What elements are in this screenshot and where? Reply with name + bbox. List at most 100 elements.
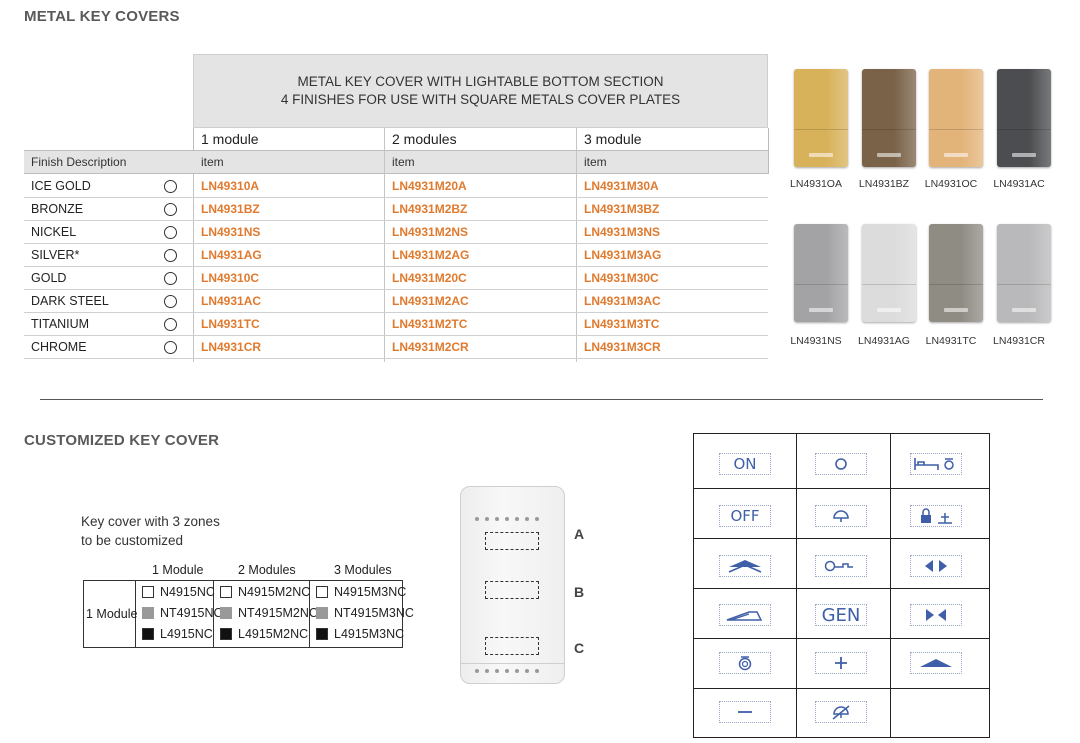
item-code: LN4931M3AG	[584, 248, 662, 262]
metal-subheader-row: Finish Description item item item	[24, 150, 768, 174]
item-code: LN49310C	[201, 271, 260, 285]
item-code: LN4931M3NS	[584, 225, 661, 239]
arrows-out-symbol	[910, 555, 962, 577]
zone-label-a: A	[574, 526, 585, 542]
finish-name: BRONZE	[31, 202, 84, 216]
swatch-label: LN4931CR	[993, 335, 1045, 347]
swatch-label: LN4931TC	[925, 335, 977, 347]
circle-icon	[164, 180, 177, 193]
black-square-icon	[220, 628, 232, 640]
finish-name: NICKEL	[31, 225, 77, 239]
arrows-out-icon	[925, 560, 947, 572]
finish-description-label: Finish Description	[31, 155, 127, 169]
zone-c	[485, 637, 539, 655]
item-code: LN4931NS	[201, 225, 261, 239]
item-code: LN4931M3BZ	[584, 202, 660, 216]
swatch-gold	[929, 69, 983, 167]
table-row: BRONZE LN4931BZ LN4931M2BZ LN4931M3BZ	[24, 198, 768, 221]
circle-icon	[164, 295, 177, 308]
white-square-icon	[220, 586, 232, 598]
circle-icon	[164, 341, 177, 354]
swatch-nickel	[794, 224, 848, 322]
black-square-icon	[316, 628, 328, 640]
indicator-dots	[475, 517, 539, 521]
swatch-bronze	[862, 69, 916, 167]
item-label-3: item	[584, 155, 607, 169]
off-symbol: OFF	[719, 505, 771, 527]
grey-square-icon	[220, 607, 232, 619]
finish-name: TITANIUM	[31, 317, 90, 331]
lock-icon	[921, 508, 952, 524]
circle-icon	[835, 458, 847, 470]
no-lamp-symbol	[815, 701, 867, 723]
chevron-up-icon	[920, 659, 952, 667]
swatch-titanium	[929, 224, 983, 322]
circle-symbol	[815, 453, 867, 475]
divider	[693, 588, 990, 589]
finish-name: SILVER*	[31, 248, 80, 262]
plus-symbol	[815, 652, 867, 674]
module-2-header: 2 modules	[392, 131, 457, 147]
no-lamp-icon	[832, 705, 850, 720]
finish-name: ICE GOLD	[31, 179, 91, 193]
section-divider	[40, 399, 1043, 400]
on-symbol: ON	[719, 453, 771, 475]
circle-icon	[164, 203, 177, 216]
item-code: LN4931AG	[201, 248, 262, 262]
item-code: LN4931M30A	[584, 179, 659, 193]
divider	[693, 638, 990, 639]
item-code: LN4931M2CR	[392, 340, 469, 354]
table-row: GOLD LN49310C LN4931M20C LN4931M30C	[24, 267, 768, 290]
item-code: LN4931M3AC	[584, 294, 661, 308]
finish-name: DARK STEEL	[31, 294, 109, 308]
stairs-light-symbol	[719, 604, 771, 626]
black-square-icon	[142, 628, 154, 640]
bed-lamp-icon	[914, 458, 954, 470]
item-label-1: item	[201, 155, 224, 169]
minus-symbol	[719, 701, 771, 723]
arrows-in-symbol	[910, 604, 962, 626]
kc-col-header: 1 Module	[152, 563, 204, 577]
swatch-label: LN4931AC	[993, 178, 1045, 190]
item-code: LN4931M30C	[584, 271, 659, 285]
item-code: LN4931M2AG	[392, 248, 470, 262]
kc-code: L4915NC	[160, 627, 213, 641]
module-1-header: 1 module	[201, 131, 259, 147]
plus-icon	[835, 657, 847, 669]
bell-symbol	[719, 652, 771, 674]
key-cover-description: Key cover with 3 zones to be customized	[81, 512, 220, 550]
kc-code: L4915M3NC	[334, 627, 405, 641]
minus-icon	[738, 711, 752, 713]
circle-icon	[164, 272, 177, 285]
metal-header-line2: 4 FINISHES FOR USE WITH SQUARE METALS CO…	[280, 92, 681, 107]
up-chevron-symbol	[910, 652, 962, 674]
item-code: LN4931M20C	[392, 271, 467, 285]
swatch-label: LN4931OC	[924, 178, 978, 190]
circle-icon	[164, 226, 177, 239]
ceiling-lamp-icon	[833, 510, 849, 522]
item-code: LN4931M20A	[392, 179, 467, 193]
kc-code: N4915M2NC	[238, 585, 311, 599]
ceiling-lamp-symbol	[815, 505, 867, 527]
grey-square-icon	[316, 607, 328, 619]
shutter-up-symbol	[719, 555, 771, 577]
lock-symbol	[910, 505, 962, 527]
table-row: NICKEL LN4931NS LN4931M2NS LN4931M3NS	[24, 221, 768, 244]
customized-key-cover-title: CUSTOMIZED KEY COVER	[24, 432, 220, 449]
kc-code: N4915M3NC	[334, 585, 407, 599]
swatch-chrome	[997, 224, 1051, 322]
divider	[693, 538, 990, 539]
table-row: SILVER* LN4931AG LN4931M2AG LN4931M3AG	[24, 244, 768, 267]
zone-b	[485, 581, 539, 599]
swatch-label: LN4931BZ	[858, 178, 910, 190]
kc-row-label: 1 Module	[86, 607, 138, 621]
item-code: LN4931M2AC	[392, 294, 469, 308]
finish-name: GOLD	[31, 271, 67, 285]
item-code: LN49310A	[201, 179, 260, 193]
finish-name: CHROME	[31, 340, 87, 354]
kc-code: NT4915M2NC	[238, 606, 318, 620]
desc-line-2: to be customized	[81, 533, 184, 548]
gen-symbol: GEN	[815, 604, 867, 626]
item-code: LN4931BZ	[201, 202, 260, 216]
swatch-ice-gold	[794, 69, 848, 167]
